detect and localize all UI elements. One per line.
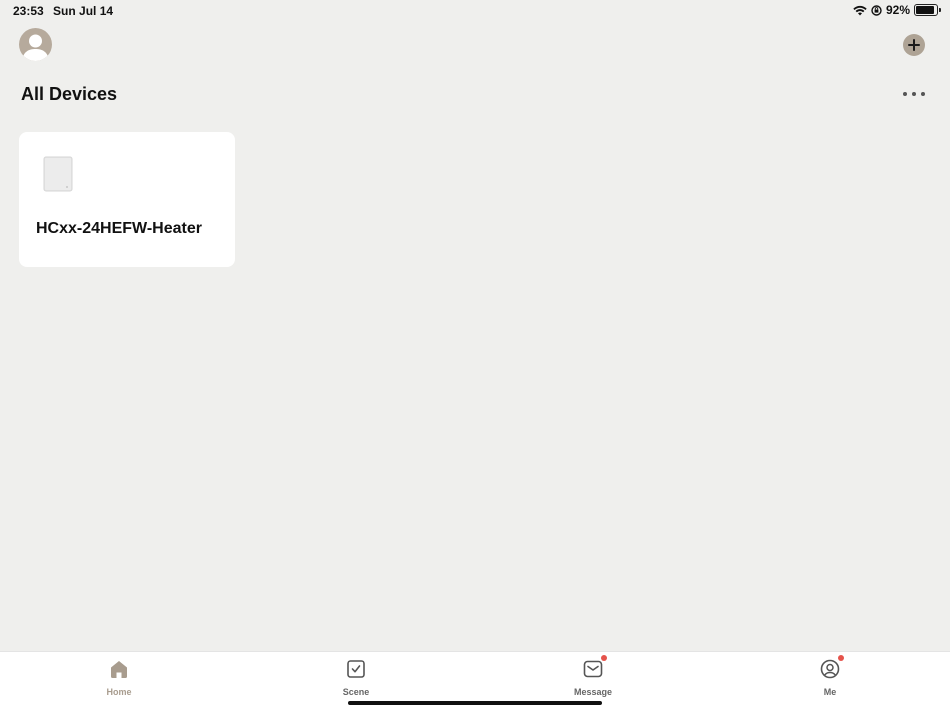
- tab-label: Me: [823, 687, 837, 697]
- tab-label: Home: [106, 687, 132, 697]
- status-time: 23:53: [13, 4, 44, 18]
- tab-label: Scene: [342, 687, 370, 697]
- more-horizontal-icon: [903, 92, 907, 96]
- tab-label: Message: [573, 687, 613, 697]
- tab-scene[interactable]: Scene: [316, 658, 396, 697]
- device-card[interactable]: HCxx-24HEFW-Heater: [19, 132, 235, 267]
- tab-message[interactable]: Message: [553, 655, 633, 697]
- heater-panel-icon: [43, 156, 73, 192]
- avatar-silhouette: [22, 34, 49, 61]
- wifi-icon: [853, 5, 867, 15]
- device-name: HCxx-24HEFW-Heater: [36, 220, 202, 237]
- user-avatar-icon[interactable]: [19, 28, 52, 61]
- checkbox-icon: [345, 658, 367, 680]
- home-icon: [108, 658, 130, 680]
- plus-icon: [908, 39, 920, 51]
- more-options-button[interactable]: [903, 88, 925, 100]
- tab-me[interactable]: Me: [790, 655, 870, 697]
- status-time-date: 23:53 Sun Jul 14: [13, 4, 119, 18]
- battery-percent: 92%: [885, 3, 910, 17]
- unread-badge: [601, 655, 607, 661]
- more-dot: [921, 92, 925, 96]
- page-title: All Devices: [21, 84, 118, 104]
- tab-home[interactable]: Home: [79, 658, 159, 697]
- battery-level: [916, 6, 935, 14]
- more-dot: [912, 92, 916, 96]
- add-device-button[interactable]: [903, 34, 925, 56]
- home-indicator: [348, 701, 602, 705]
- battery-icon: [914, 4, 941, 16]
- status-date: Sun Jul 14: [53, 4, 114, 18]
- notification-badge: [838, 655, 844, 661]
- mail-icon: [582, 655, 607, 680]
- orientation-lock-icon: [871, 4, 882, 16]
- status-bar: 23:53 Sun Jul 14 92%: [0, 0, 950, 22]
- status-indicators: 92%: [853, 3, 941, 17]
- profile-icon: [819, 655, 844, 680]
